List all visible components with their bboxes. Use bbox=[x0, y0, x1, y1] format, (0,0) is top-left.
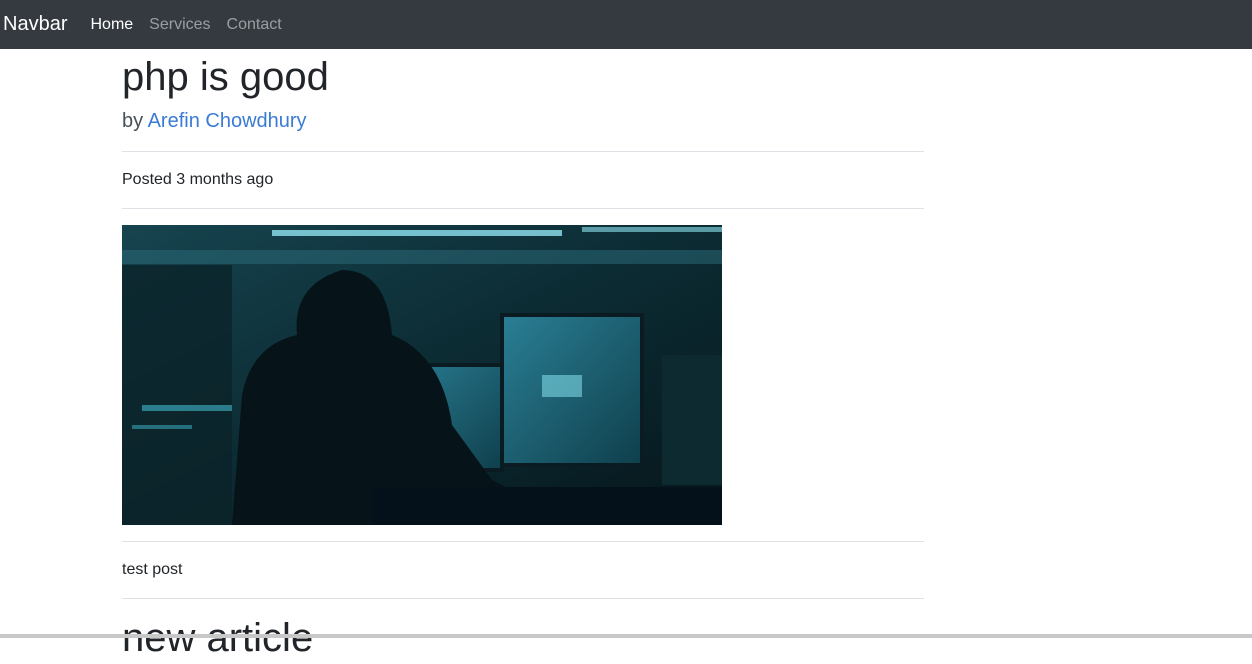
divider bbox=[122, 598, 924, 599]
post-date: Posted 3 months ago bbox=[122, 171, 274, 188]
post-body: test post bbox=[122, 561, 183, 578]
divider bbox=[122, 208, 924, 209]
nav-link-contact[interactable]: Contact bbox=[227, 16, 282, 34]
author-link[interactable]: Arefin Chowdhury bbox=[148, 110, 307, 132]
post-image-graphic bbox=[122, 225, 722, 525]
navbar-brand[interactable]: Navbar bbox=[3, 0, 67, 49]
navbar: Navbar Home Services Contact bbox=[0, 0, 1252, 49]
nav-link-services[interactable]: Services bbox=[149, 16, 210, 34]
post-container: php is good by Arefin Chowdhury Posted 3… bbox=[122, 49, 924, 664]
horizontal-scrollbar[interactable] bbox=[0, 634, 1252, 638]
post-title: php is good bbox=[122, 55, 329, 99]
byline-prefix: by bbox=[122, 110, 144, 132]
nav-link-home[interactable]: Home bbox=[90, 16, 133, 34]
post-image bbox=[122, 225, 722, 525]
next-post-title: new article bbox=[122, 616, 314, 660]
post-byline: by Arefin Chowdhury bbox=[122, 109, 924, 133]
